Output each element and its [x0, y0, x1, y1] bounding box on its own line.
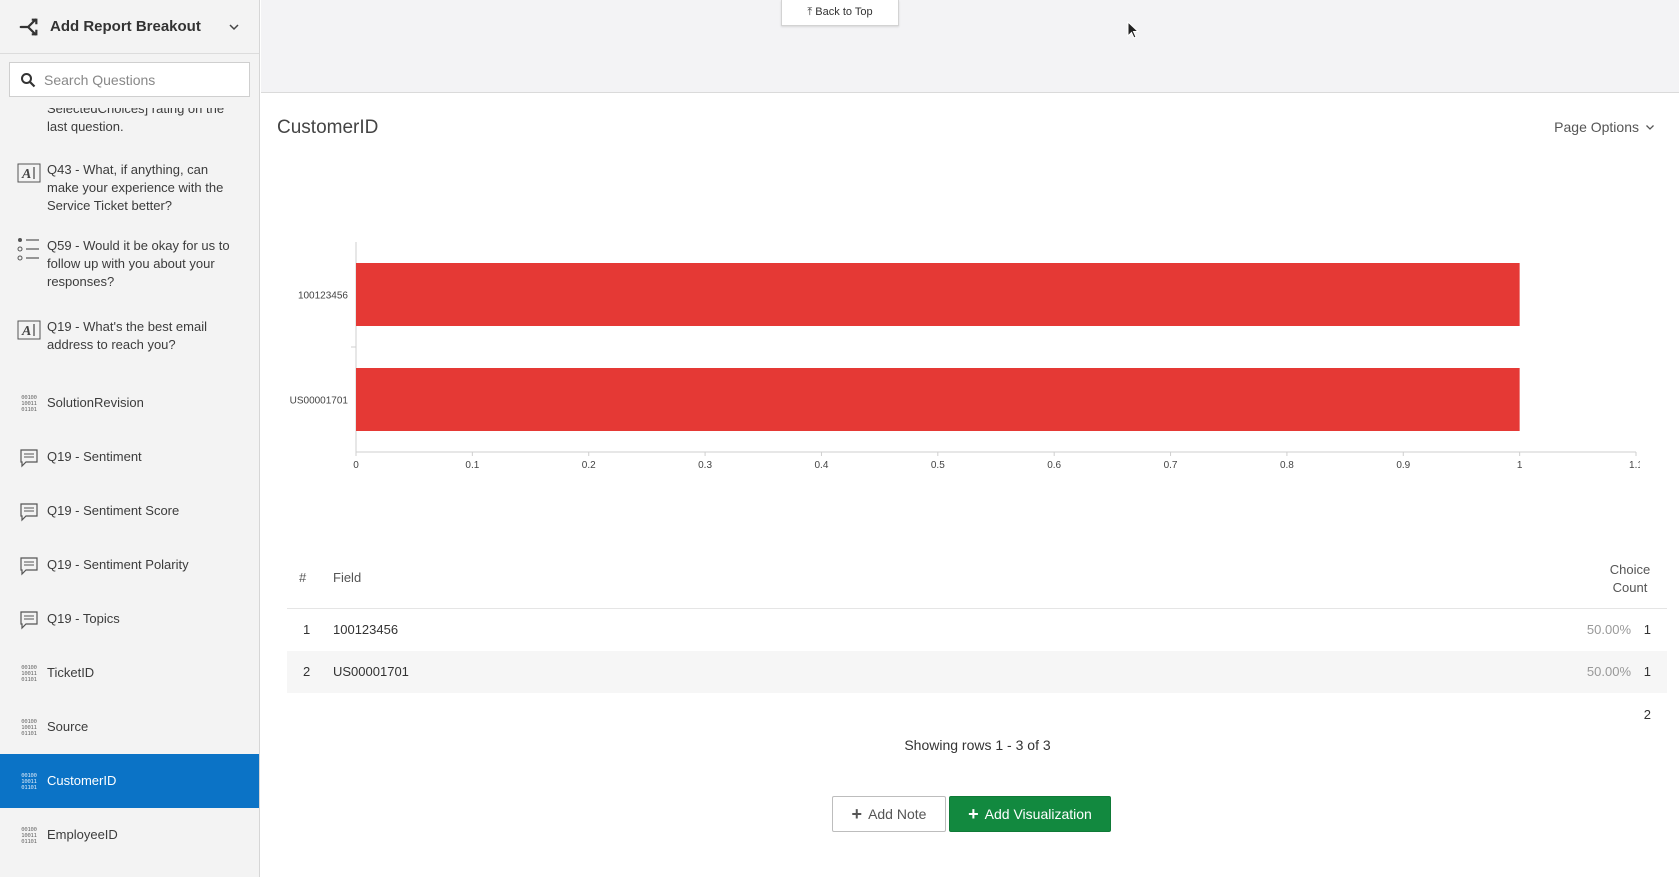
page-title: CustomerID	[277, 117, 379, 138]
x-tick-label: 0.6	[1047, 460, 1061, 471]
header-field: Field	[333, 570, 362, 585]
top-band	[261, 0, 1679, 93]
back-to-top-button[interactable]: ⤒ Back to Top	[781, 0, 899, 26]
chevron-down-icon	[229, 23, 239, 30]
table-header: # Field Choice Count	[287, 555, 1667, 609]
list-item[interactable]: 00100 10011 01101 TicketID	[0, 646, 259, 700]
list-item-label: TicketID	[47, 665, 95, 680]
list-item[interactable]: Q19 - Sentiment	[0, 430, 259, 484]
embedded-data-icon: 00100 10011 01101	[21, 664, 37, 683]
page-options-label: Page Options	[1554, 119, 1639, 135]
row-percent: 50.00%	[1586, 664, 1631, 679]
comment-icon	[17, 447, 41, 469]
row-count: 1	[1643, 622, 1651, 637]
row-field: 100123456	[333, 622, 399, 637]
row-field: US00001701	[333, 664, 409, 679]
table-total-row: 2	[287, 693, 1667, 733]
search-input[interactable]	[44, 71, 239, 88]
list-item[interactable]: Q19 - Sentiment Score	[0, 484, 259, 538]
search-box	[9, 62, 250, 97]
x-tick-label: 0.4	[815, 460, 829, 471]
list-item[interactable]: A Q19 - What's the best email address to…	[0, 314, 259, 376]
y-tick-label: 100123456	[298, 291, 348, 302]
row-count: 1	[1643, 664, 1651, 679]
list-item[interactable]: 00100 10011 01101 EmployeeID	[0, 808, 259, 862]
list-item-label: Q19 - Sentiment	[47, 449, 142, 464]
embedded-data-icon: 00100 10011 01101	[21, 826, 37, 845]
list-item-label: CustomerID	[47, 773, 117, 788]
x-tick-label: 0.7	[1164, 460, 1178, 471]
list-item[interactable]: Q19 - Topics	[0, 592, 259, 646]
x-tick-label: 0.5	[931, 460, 945, 471]
text-entry-icon: A	[17, 162, 41, 184]
comment-icon	[17, 555, 41, 577]
list-item[interactable]: SelectedChoices] rating on the last ques…	[0, 108, 259, 134]
add-visualization-button[interactable]: + Add Visualization	[949, 796, 1111, 832]
list-item[interactable]: Q59 - Would it be okay for us to follow …	[0, 228, 259, 314]
search-icon	[21, 72, 36, 87]
svg-text:A: A	[21, 167, 31, 182]
showing-rows-text: Showing rows 1 - 3 of 3	[904, 737, 1051, 753]
list-item-label: Q19 - Sentiment Polarity	[47, 557, 189, 572]
x-tick-label: 0.1	[465, 460, 479, 471]
add-note-button[interactable]: + Add Note	[832, 796, 946, 832]
showing-rows-wrapper: Showing rows 1 - 3 of 3	[0, 737, 1679, 753]
list-item-label: SelectedChoices] rating on the last ques…	[47, 108, 225, 134]
chevron-down-icon	[1646, 125, 1654, 130]
table-row: 1 100123456 50.00% 1	[287, 609, 1667, 651]
list-item-label: Q19 - What's the best email address to r…	[47, 319, 207, 352]
breakout-icon	[19, 18, 38, 35]
list-item-label: Q19 - Sentiment Score	[47, 503, 180, 518]
list-item[interactable]: Q19 - Sentiment Polarity	[0, 538, 259, 592]
question-list: SelectedChoices] rating on the last ques…	[0, 108, 259, 877]
x-tick-label: 0.8	[1280, 460, 1294, 471]
bar	[356, 263, 1520, 326]
breakout-dropdown[interactable]: Add Report Breakout	[0, 0, 259, 54]
results-table: # Field Choice Count 1 100123456 50.00% …	[287, 555, 1667, 733]
list-item-label: Q59 - Would it be okay for us to follow …	[47, 238, 230, 289]
embedded-data-icon: 00100 10011 01101	[21, 772, 37, 791]
row-num: 2	[303, 664, 311, 679]
row-percent: 50.00%	[1586, 622, 1631, 637]
header-choice-count: Choice Count	[1609, 562, 1651, 595]
mouse-cursor-icon	[1127, 21, 1139, 39]
list-item-label: Source	[47, 719, 89, 734]
embedded-data-icon: 00100 10011 01101	[21, 718, 37, 737]
plus-icon: +	[851, 804, 863, 824]
header-num: #	[299, 570, 307, 585]
add-visualization-label: Add Visualization	[984, 806, 1092, 822]
embedded-data-icon: 00100 10011 01101	[21, 394, 37, 413]
row-num: 1	[303, 622, 311, 637]
bar-chart: 100123456 US00001701 0 0.1 0.2 0.3 0.4 0.5 0.6 0.…	[290, 242, 1640, 471]
x-tick-label: 1	[1517, 460, 1523, 471]
x-tick-label: 0.3	[698, 460, 712, 471]
svg-text:A: A	[21, 324, 31, 339]
comment-icon	[17, 609, 41, 631]
table-row: 2 US00001701 50.00% 1	[287, 651, 1667, 693]
list-item-label: Q43 - What, if anything, can make your e…	[47, 162, 224, 213]
x-tick-label: 0.9	[1396, 460, 1410, 471]
bar	[356, 368, 1520, 431]
comment-icon	[17, 501, 41, 523]
multiple-choice-icon	[17, 238, 41, 261]
list-item-label: SolutionRevision	[47, 395, 144, 410]
x-tick-label: 1.1	[1629, 460, 1640, 471]
list-item-label: Q19 - Topics	[47, 611, 120, 626]
add-note-label: Add Note	[868, 806, 927, 822]
page-options-dropdown[interactable]: Page Options	[1554, 119, 1655, 135]
breakout-title: Add Report Breakout	[50, 18, 201, 35]
list-item[interactable]: 00100 10011 01101 SolutionRevision	[0, 376, 259, 430]
list-item-label: EmployeeID	[47, 827, 118, 842]
plus-icon: +	[968, 804, 979, 824]
list-item-selected[interactable]: 00100 10011 01101 CustomerID	[0, 754, 259, 808]
x-tick-label: 0	[353, 460, 359, 471]
text-entry-icon: A	[17, 319, 41, 341]
y-tick-label: US00001701	[290, 396, 349, 407]
total-count: 2	[1643, 707, 1651, 722]
x-tick-label: 0.2	[582, 460, 596, 471]
list-item[interactable]: A Q43 - What, if anything, can make your…	[0, 142, 259, 228]
